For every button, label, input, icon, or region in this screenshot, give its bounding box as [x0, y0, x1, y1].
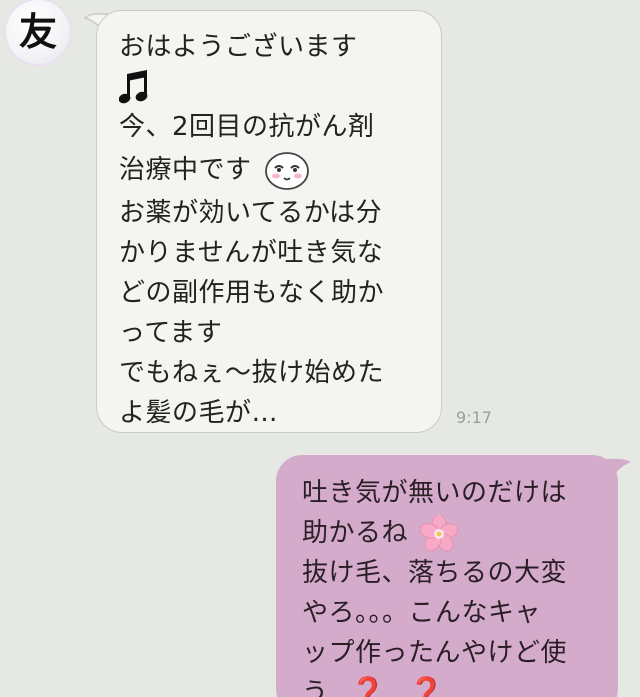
message-line-with-icons: う ❓ ❓	[302, 673, 606, 697]
message-line-with-icon: 助かるね	[302, 513, 606, 553]
message-line: おはようございます	[119, 32, 358, 62]
chat-view: 友 おはようございます 今、2回目の抗がん剤 治療中です お薬が効いてるかは分 …	[0, 0, 640, 697]
incoming-message-text: おはようございます 今、2回目の抗がん剤 治療中です お薬が効いてるかは分 かり…	[119, 27, 423, 433]
message-line: う	[302, 678, 329, 697]
cherry-blossom-icon	[419, 514, 459, 551]
message-line: 今、2回目の抗がん剤	[119, 112, 375, 142]
message-line: ってます	[119, 318, 223, 348]
message-line: ップ作ったんやけど使	[302, 638, 568, 668]
message-timestamp: 9:17	[456, 408, 492, 427]
message-line: でもねぇ〜抜け始めた	[119, 358, 385, 388]
message-line: かりませんが吐き気な	[119, 238, 384, 268]
message-line: お薬が効いてるかは分	[119, 198, 383, 228]
message-line-with-icon: 治療中です	[119, 147, 423, 193]
red-question-mark-icon: ❓	[407, 676, 446, 697]
outgoing-message-bubble[interactable]: 吐き気が無いのだけは 助かるね 抜け毛、落ちるの大変 やろ。。。こんなキャ ップ…	[276, 455, 618, 697]
smiley-face-icon	[265, 151, 310, 190]
message-line: 助かるね	[302, 518, 409, 548]
message-line: 治療中です	[119, 155, 252, 185]
contact-avatar[interactable]: 友	[6, 0, 70, 64]
red-question-mark-icon: ❓	[349, 676, 388, 697]
avatar-label: 友	[18, 10, 57, 54]
message-line: 吐き気が無いのだけは	[302, 478, 568, 508]
message-line: よ髪の毛が…	[119, 398, 279, 428]
message-line-icon-row	[119, 67, 423, 107]
message-line: 抜け毛、落ちるの大変	[302, 558, 568, 588]
outgoing-message-text: 吐き気が無いのだけは 助かるね 抜け毛、落ちるの大変 やろ。。。こんなキャ ップ…	[302, 473, 606, 697]
message-line: やろ。。。こんなキャ	[302, 598, 542, 628]
music-note-icon	[119, 69, 148, 103]
incoming-message-bubble[interactable]: おはようございます 今、2回目の抗がん剤 治療中です お薬が効いてるかは分 かり…	[96, 10, 442, 433]
message-line: どの副作用もなく助か	[119, 278, 385, 308]
